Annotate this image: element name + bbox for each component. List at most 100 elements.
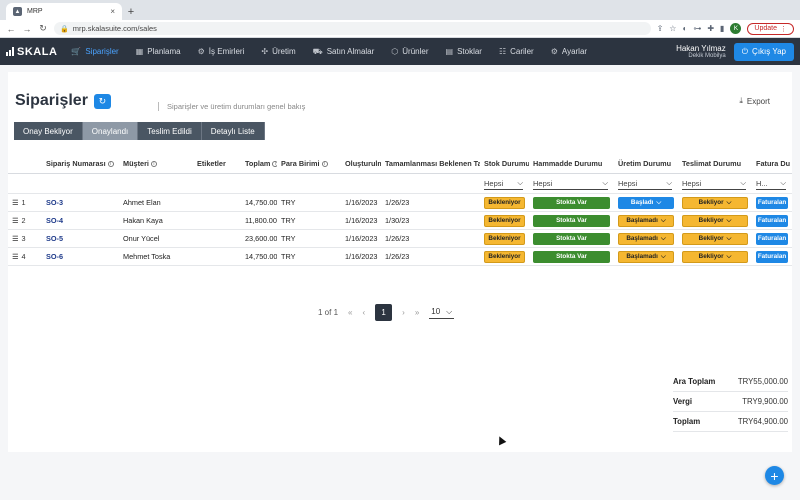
status-tab-0[interactable]: Onay Bekliyor [14, 122, 83, 140]
column-header[interactable]: Toplam i [241, 159, 277, 168]
production-filter-select[interactable]: Hepsi ⌵ [618, 178, 672, 190]
nav-item-3[interactable]: ✣ Üretim [261, 47, 295, 56]
delivery-status-cell: Bekliyor ⌵ [678, 196, 752, 209]
delivery-filter-select[interactable]: Hepsi ⌵ [682, 178, 746, 190]
delivery-status-dropdown[interactable]: Bekliyor ⌵ [682, 250, 748, 263]
column-header[interactable]: Hammadde Durumu [529, 159, 614, 168]
last-page-button[interactable]: » [415, 308, 419, 317]
chevron-down-icon: ⌵ [726, 216, 732, 224]
production-status-dropdown[interactable]: Başlamadı ⌵ [618, 232, 674, 245]
nav-item-7[interactable]: ☷ Cariler [499, 47, 534, 56]
update-button[interactable]: Update ⋮ [747, 22, 794, 35]
add-order-button[interactable]: + [765, 466, 784, 485]
menu-icon[interactable]: ☰ [12, 198, 19, 207]
password-icon[interactable]: ⊶ [693, 24, 701, 33]
column-header[interactable]: Stok Durumu [480, 159, 529, 168]
url-field[interactable]: 🔒 mrp.skalasuite.com/sales [54, 22, 651, 35]
invoice-status-badge[interactable]: Faturalan [756, 196, 788, 209]
status-tab-1[interactable]: Onaylandı [82, 122, 139, 140]
table-row[interactable]: ☰ 3 SO-5 Onur Yücel 23,600.00 TRY 1/16/2023 1/2… [8, 230, 792, 248]
column-header[interactable]: Etiketler [193, 159, 241, 168]
table-row[interactable]: ☰ 1 SO-3 Ahmet Elan 14,750.00 TRY 1/16/2023 1/2… [8, 194, 792, 212]
app-navbar: SKALA 🛒 Siparişler ▦ Planlama ⚙ İş Emirleri ✣ Ü… [0, 38, 800, 65]
menu-icon[interactable]: ☰ [12, 234, 19, 243]
column-header[interactable]: Oluşturulm [341, 159, 381, 168]
delivery-status-dropdown[interactable]: Bekliyor ⌵ [682, 196, 748, 209]
production-status-label: Başladı [630, 199, 654, 206]
delivery-status-cell: Bekliyor ⌵ [678, 232, 752, 245]
forward-icon[interactable]: → [22, 24, 32, 34]
invoice-status-badge[interactable]: Faturalan [756, 232, 788, 245]
prev-page-button[interactable]: ‹ [362, 308, 365, 317]
nav-item-1[interactable]: ▦ Planlama [136, 47, 181, 56]
order-number-link[interactable]: SO-3 [46, 198, 63, 207]
browser-tab[interactable]: ▲ MRP × [6, 3, 122, 20]
order-totals: Ara Toplam TRY55,000.00 Vergi TRY9,900.00 … [673, 372, 788, 432]
production-status-dropdown[interactable]: Başladı ⌵ [618, 196, 674, 209]
extension-icon[interactable]: ◐ [682, 24, 687, 33]
row-handle[interactable]: ☰ 4 [12, 252, 42, 261]
column-header[interactable]: Sipariş Numarası i [42, 159, 119, 168]
info-icon: i [321, 161, 328, 168]
skala-logo[interactable]: SKALA [6, 46, 57, 58]
row-handle[interactable]: ☰ 3 [12, 234, 42, 243]
nav-item-8[interactable]: ⚙ Ayarlar [551, 47, 587, 56]
production-status-cell: Başladı ⌵ [614, 196, 678, 209]
row-handle[interactable]: ☰ 2 [12, 216, 42, 225]
nav-item-4[interactable]: ⛟ Satın Almalar [313, 47, 375, 57]
close-tab-icon[interactable]: × [110, 7, 115, 16]
back-icon[interactable]: ← [6, 24, 16, 34]
delivery-status-dropdown[interactable]: Bekliyor ⌵ [682, 214, 748, 227]
export-button[interactable]: ⤓ Export [739, 96, 770, 106]
column-header[interactable]: Tamamlanması Beklenen Tari [381, 159, 480, 168]
order-number-link[interactable]: SO-4 [46, 216, 63, 225]
column-header[interactable]: Fatura Du [752, 159, 792, 168]
first-page-button[interactable]: « [348, 308, 352, 317]
order-number-link[interactable]: SO-5 [46, 234, 63, 243]
address-bar: ← → ↻ 🔒 mrp.skalasuite.com/sales ⇪ ☆ ◐ ⊶… [0, 20, 800, 38]
share-icon[interactable]: ⇪ [657, 24, 664, 33]
stock-filter-select[interactable]: Hepsi ⌵ [484, 178, 523, 190]
puzzle-icon[interactable]: ✚ [707, 24, 714, 33]
production-status-dropdown[interactable]: Başlamadı ⌵ [618, 250, 674, 263]
refresh-button[interactable]: ↻ [93, 93, 111, 109]
row-handle[interactable]: ☰ 1 [12, 198, 42, 207]
production-status-dropdown[interactable]: Başlamadı ⌵ [618, 214, 674, 227]
chevron-down-icon: ⌵ [740, 178, 746, 187]
delivery-status-dropdown[interactable]: Bekliyor ⌵ [682, 232, 748, 245]
invoice-filter-select[interactable]: H... ⌵ [756, 178, 786, 190]
invoice-status-badge[interactable]: Faturalan [756, 250, 788, 263]
sidebar-icon[interactable]: ▮ [720, 24, 724, 33]
nav-item-5[interactable]: ⬡ Ürünler [391, 47, 428, 56]
nav-item-6[interactable]: ▤ Stoklar [446, 47, 482, 56]
nav-item-0[interactable]: 🛒 Siparişler [71, 47, 118, 56]
chevron-down-icon: ⌵ [726, 252, 732, 260]
status-tab-3[interactable]: Detaylı Liste [201, 122, 265, 140]
new-tab-button[interactable]: + [122, 3, 140, 20]
invoice-status-badge[interactable]: Faturalan [756, 214, 788, 227]
table-row[interactable]: ☰ 4 SO-6 Mehmet Toska 14,750.00 TRY 1/16/2023 1… [8, 248, 792, 266]
current-page[interactable]: 1 [375, 304, 393, 321]
chevron-down-icon: ⌵ [780, 178, 786, 187]
logout-button[interactable]: ⏻ Çıkış Yap [733, 42, 794, 61]
column-header[interactable]: Müşteri i [119, 159, 193, 168]
material-status-badge: Stokta Var [533, 196, 610, 209]
profile-avatar[interactable]: K [730, 23, 742, 34]
menu-icon[interactable]: ☰ [12, 252, 19, 261]
column-header[interactable]: Para Birimi i [277, 159, 341, 168]
page-size-select[interactable]: 10 ⌵ [429, 307, 455, 319]
nav-item-2[interactable]: ⚙ İş Emirleri [198, 47, 245, 56]
column-header[interactable]: Üretim Durumu [614, 159, 678, 168]
reload-icon[interactable]: ↻ [38, 23, 48, 34]
table-row[interactable]: ☰ 2 SO-4 Hakan Kaya 11,800.00 TRY 1/16/2023 1/3… [8, 212, 792, 230]
order-number-link[interactable]: SO-6 [46, 252, 63, 261]
total-cell: 14,750.00 [245, 198, 277, 207]
customer-cell: Hakan Kaya [123, 216, 163, 225]
subtotal-value: TRY55,000.00 [737, 377, 788, 386]
next-page-button[interactable]: › [402, 308, 405, 317]
status-tab-2[interactable]: Teslim Edildi [138, 122, 202, 140]
bookmark-star-icon[interactable]: ☆ [669, 24, 676, 33]
menu-icon[interactable]: ☰ [12, 216, 19, 225]
column-header[interactable]: Teslimat Durumu [678, 159, 752, 168]
material-filter-select[interactable]: Hepsi ⌵ [533, 178, 608, 190]
